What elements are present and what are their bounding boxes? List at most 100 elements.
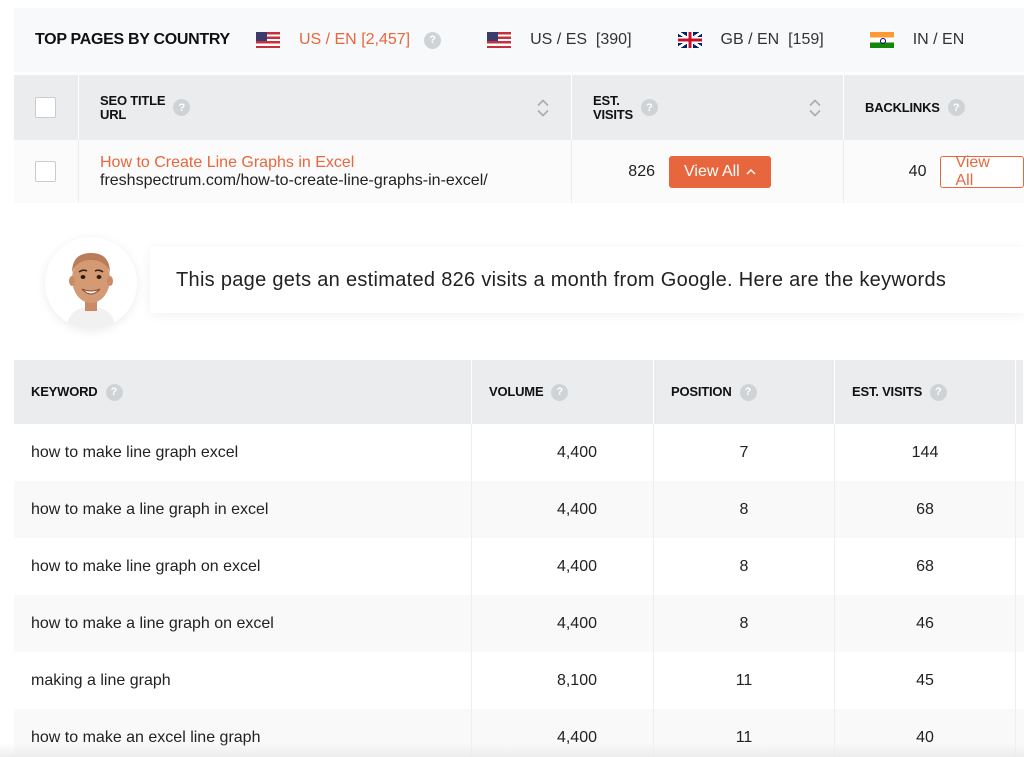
position-value: 8 (739, 614, 749, 632)
page-title-link[interactable]: How to Create Line Graphs in Excel (100, 154, 488, 172)
keyword-cell: how to make an excel line graph (14, 709, 472, 757)
gb-flag-icon (677, 32, 702, 48)
sort-icon[interactable] (537, 99, 549, 116)
est-visits-value: 40 (916, 728, 934, 746)
est-visits-cell: 46 (835, 595, 1016, 652)
header-position[interactable]: POSITION ? (654, 360, 835, 424)
help-icon[interactable]: ? (105, 383, 123, 401)
select-all-checkbox[interactable] (35, 97, 56, 118)
tab-country-us-en[interactable]: US / EN [2,457] ? (255, 31, 442, 49)
volume-cell: 8,100 (472, 652, 654, 709)
help-icon[interactable]: ? (739, 383, 757, 401)
table-row[interactable]: how to make an excel line graph 4,400 11 40 (14, 709, 1024, 757)
est-visits-cell: 68 (835, 538, 1016, 595)
header-label: VISITS (593, 106, 633, 122)
header-label: EST. (593, 92, 620, 108)
in-flag-icon (869, 32, 894, 48)
keyword-cell: how to make a line graph on excel (14, 595, 472, 652)
volume-value: 4,400 (556, 728, 597, 746)
help-icon[interactable]: ? (424, 31, 442, 49)
tab-country-gb-en[interactable]: GB / EN [159] (677, 31, 824, 49)
table-row[interactable]: how to make line graph excel 4,400 7 144 (14, 424, 1024, 481)
help-icon[interactable]: ? (947, 99, 965, 116)
header-est-visits[interactable]: EST. VISITS ? (835, 360, 1016, 424)
extra-cell (1016, 424, 1024, 481)
position-cell: 8 (654, 481, 835, 538)
keyword-cell: how to make line graph on excel (14, 538, 472, 595)
estimate-message: This page gets an estimated 826 visits a… (150, 247, 1024, 313)
est-visits-value: 144 (911, 443, 939, 461)
position-cell: 8 (654, 538, 835, 595)
tab-count: [2,457] (361, 31, 411, 48)
us-flag-icon (255, 32, 280, 48)
keyword-cell: how to make line graph excel (14, 424, 472, 481)
table-row[interactable]: making a line graph 8,100 11 45 (14, 652, 1024, 709)
header-label: EST. VISITS (852, 384, 923, 399)
view-all-backlinks-button[interactable]: View All (940, 153, 1024, 189)
extra-cell (1016, 652, 1024, 709)
tab-label: GB / EN (720, 31, 780, 48)
sort-icon[interactable] (809, 99, 821, 116)
header-label: POSITION (671, 384, 732, 399)
header-seo-title[interactable]: SEO TITLE URL ? (79, 75, 572, 140)
table-header: SEO TITLE URL ? EST. VISITS ? BACKLINKS … (14, 75, 1024, 140)
volume-value: 4,400 (556, 557, 597, 575)
position-value: 11 (735, 671, 753, 689)
est-visits-cell: 68 (835, 481, 1016, 538)
header-backlinks[interactable]: BACKLINKS ? (844, 75, 1024, 140)
button-label: View All (955, 153, 990, 189)
help-icon[interactable]: ? (551, 383, 569, 401)
keyword-value: making a line graph (31, 671, 171, 689)
extra-cell (1016, 538, 1024, 595)
tab-label: IN / EN (912, 31, 965, 48)
volume-cell: 4,400 (472, 538, 654, 595)
keyword-value: how to make an excel line graph (31, 728, 261, 746)
est-visits-value: 68 (916, 500, 934, 518)
us-flag-icon (487, 32, 512, 48)
est-visits-value: 68 (916, 557, 934, 575)
top-pages-table: SEO TITLE URL ? EST. VISITS ? BACKLINKS … (14, 75, 1024, 203)
chevron-up-icon (746, 168, 756, 175)
position-cell: 7 (654, 424, 835, 481)
tab-count: [390] (595, 31, 632, 48)
help-icon[interactable]: ? (173, 99, 191, 116)
position-cell: 11 (654, 652, 835, 709)
row-checkbox[interactable] (35, 161, 56, 182)
page-title-cell: How to Create Line Graphs in Excel fresh… (79, 140, 572, 203)
keyword-value: how to make line graph excel (31, 443, 239, 461)
keyword-cell: making a line graph (14, 652, 472, 709)
position-value: 7 (739, 443, 749, 461)
backlinks-cell: 40 View All (844, 140, 1024, 203)
tab-country-us-es[interactable]: US / ES [390] (487, 31, 632, 49)
tab-label: US / ES (530, 31, 588, 48)
help-icon[interactable]: ? (930, 383, 948, 401)
est-visits-value: 45 (916, 671, 934, 689)
header-label: VOLUME (489, 384, 544, 399)
est-visits-cell: 826 View All (572, 140, 844, 203)
table-row[interactable]: how to make line graph on excel 4,400 8 68 (14, 538, 1024, 595)
top-pages-country-bar: TOP PAGES BY COUNTRY US / EN [2,457] ? U… (14, 8, 1024, 72)
volume-value: 4,400 (556, 500, 597, 518)
keyword-value: how to make a line graph on excel (31, 614, 274, 632)
position-value: 8 (739, 500, 749, 518)
tab-label: US / EN (298, 31, 357, 48)
volume-cell: 4,400 (472, 424, 654, 481)
help-icon[interactable]: ? (640, 99, 658, 116)
table-row[interactable]: how to make a line graph in excel 4,400 8 6… (14, 481, 1024, 538)
header-keyword[interactable]: KEYWORD ? (14, 360, 472, 424)
table-row[interactable]: how to make a line graph on excel 4,400 8 4… (14, 595, 1024, 652)
header-volume[interactable]: VOLUME ? (472, 360, 654, 424)
est-visits-cell: 45 (835, 652, 1016, 709)
est-visits-cell: 40 (835, 709, 1016, 757)
tab-count: [159] (788, 31, 824, 48)
header-est-visits[interactable]: EST. VISITS ? (572, 75, 844, 140)
view-all-visits-button[interactable]: View All (669, 155, 771, 188)
header-label: KEYWORD (31, 384, 98, 399)
volume-cell: 4,400 (472, 709, 654, 757)
table-header: KEYWORD ? VOLUME ? POSITION ? EST. VISIT… (14, 360, 1024, 424)
volume-cell: 4,400 (472, 481, 654, 538)
tab-country-in-en[interactable]: IN / EN (869, 31, 965, 49)
header-label: BACKLINKS (865, 99, 940, 115)
message-text: This page gets an estimated 826 visits a… (176, 268, 947, 291)
header-label: SEO TITLE (100, 92, 166, 108)
